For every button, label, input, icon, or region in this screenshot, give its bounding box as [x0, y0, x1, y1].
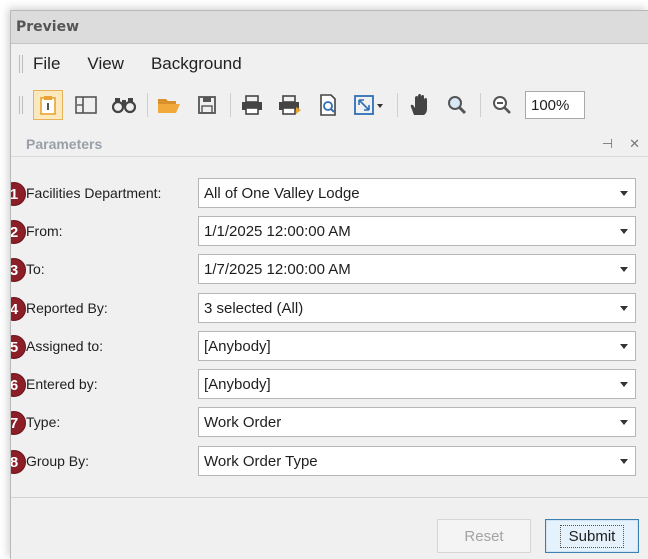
- step-badge: 2: [11, 220, 26, 244]
- parameter-row-entered-by: 6 Entered by: [Anybody]: [11, 369, 648, 405]
- reset-button[interactable]: Reset: [437, 519, 531, 553]
- parameter-row-facilities-department: 1 Facilities Department: All of One Vall…: [11, 178, 648, 214]
- toolbar-grip: [19, 96, 25, 114]
- submit-button[interactable]: Submit: [545, 519, 639, 553]
- parameter-label: From:: [26, 223, 63, 239]
- submit-button-label: Submit: [559, 524, 625, 548]
- parameter-label: To:: [26, 261, 45, 277]
- step-badge: 6: [11, 373, 26, 397]
- type-select[interactable]: Work Order: [198, 407, 636, 437]
- page-setup-icon: [320, 94, 336, 116]
- menu-background[interactable]: Background: [151, 54, 242, 74]
- chevron-down-icon[interactable]: [620, 344, 628, 349]
- chevron-down-icon[interactable]: [620, 191, 628, 196]
- footer-divider: [11, 497, 648, 498]
- zoom-level-value: 100%: [531, 96, 570, 114]
- chevron-down-icon[interactable]: [620, 229, 628, 234]
- document-map-icon: [75, 96, 97, 114]
- select-value: 1/1/2025 12:00:00 AM: [204, 222, 351, 240]
- entered-by-select[interactable]: [Anybody]: [198, 369, 636, 399]
- parameter-row-reported-by: 4 Reported By: 3 selected (All): [11, 293, 648, 329]
- toolbar-separator: [397, 93, 398, 117]
- scale-button[interactable]: [351, 90, 389, 120]
- parameter-label: Facilities Department:: [26, 185, 162, 201]
- title-bar: Preview: [11, 11, 648, 44]
- toolbar-separator: [147, 93, 148, 117]
- parameters-icon: [40, 96, 56, 115]
- page-setup-button[interactable]: [313, 90, 343, 120]
- select-value: 3 selected (All): [204, 299, 304, 317]
- open-button[interactable]: [154, 90, 184, 120]
- parameter-label: Group By:: [26, 453, 90, 469]
- parameter-label: Assigned to:: [26, 338, 104, 354]
- parameter-label: Type:: [26, 414, 61, 430]
- select-value: All of One Valley Lodge: [204, 184, 360, 202]
- chevron-down-icon[interactable]: [620, 306, 628, 311]
- parameter-row-type: 7 Type: Work Order: [11, 407, 648, 443]
- step-badge: 5: [11, 335, 26, 359]
- from-date-select[interactable]: 1/1/2025 12:00:00 AM: [198, 216, 636, 246]
- menu-file[interactable]: File: [33, 54, 60, 74]
- parameter-label: Entered by:: [26, 376, 98, 392]
- parameters-panel-title: Parameters: [26, 136, 103, 152]
- toolbar-separator: [230, 93, 231, 117]
- save-icon: [198, 96, 216, 114]
- scale-icon: [354, 95, 383, 115]
- print-icon: [242, 95, 262, 115]
- quick-print-icon: [279, 95, 301, 115]
- toolbar: 100%: [11, 84, 648, 126]
- assigned-to-select[interactable]: [Anybody]: [198, 331, 636, 361]
- magnifier-button[interactable]: [442, 90, 472, 120]
- magnifier-icon: [448, 96, 467, 115]
- reset-button-label: Reset: [464, 527, 504, 545]
- select-value: Work Order Type: [204, 452, 318, 470]
- step-badge: 8: [11, 450, 26, 474]
- window-title: Preview: [16, 19, 80, 35]
- parameters-panel-header: Parameters ⊣ ✕: [11, 132, 648, 157]
- select-value: 1/7/2025 12:00:00 AM: [204, 260, 351, 278]
- parameter-row-group-by: 8 Group By: Work Order Type: [11, 446, 648, 482]
- parameter-row-from: 2 From: 1/1/2025 12:00:00 AM: [11, 216, 648, 252]
- chevron-down-icon[interactable]: [620, 382, 628, 387]
- hand-tool-icon: [410, 94, 427, 115]
- facilities-department-select[interactable]: All of One Valley Lodge: [198, 178, 636, 208]
- step-badge: 4: [11, 297, 26, 321]
- close-icon[interactable]: ✕: [629, 137, 640, 152]
- chevron-down-icon[interactable]: [620, 420, 628, 425]
- to-date-select[interactable]: 1/7/2025 12:00:00 AM: [198, 254, 636, 284]
- reported-by-select[interactable]: 3 selected (All): [198, 293, 636, 323]
- pin-icon[interactable]: ⊣: [602, 137, 613, 152]
- toolbar-separator: [480, 93, 481, 117]
- group-by-select[interactable]: Work Order Type: [198, 446, 636, 476]
- print-button[interactable]: [237, 90, 267, 120]
- panel-tools: ⊣ ✕: [602, 137, 640, 152]
- menu-bar: File View Background: [11, 44, 648, 84]
- search-button[interactable]: [109, 90, 139, 120]
- search-icon: [112, 98, 136, 114]
- select-value: Work Order: [204, 413, 282, 431]
- document-map-button[interactable]: [71, 90, 101, 120]
- parameter-row-assigned-to: 5 Assigned to: [Anybody]: [11, 331, 648, 367]
- parameter-row-to: 3 To: 1/7/2025 12:00:00 AM: [11, 254, 648, 290]
- chevron-down-icon[interactable]: [620, 459, 628, 464]
- zoom-level-input[interactable]: 100%: [525, 91, 585, 119]
- step-badge: 7: [11, 411, 26, 435]
- open-icon: [158, 99, 180, 113]
- step-badge: 3: [11, 258, 26, 282]
- hand-tool-button[interactable]: [404, 90, 434, 120]
- menu-view[interactable]: View: [87, 54, 124, 74]
- menu-grip: [19, 55, 25, 73]
- select-value: [Anybody]: [204, 375, 271, 393]
- save-button[interactable]: [192, 90, 222, 120]
- zoom-out-icon: [493, 96, 511, 114]
- preview-window: Preview File View Background 100% Parame…: [10, 10, 648, 559]
- parameter-label: Reported By:: [26, 300, 108, 316]
- parameters-button[interactable]: [33, 90, 63, 120]
- chevron-down-icon[interactable]: [620, 267, 628, 272]
- step-badge: 1: [11, 182, 26, 206]
- select-value: [Anybody]: [204, 337, 271, 355]
- zoom-out-button[interactable]: [487, 90, 517, 120]
- quick-print-button[interactable]: [275, 90, 305, 120]
